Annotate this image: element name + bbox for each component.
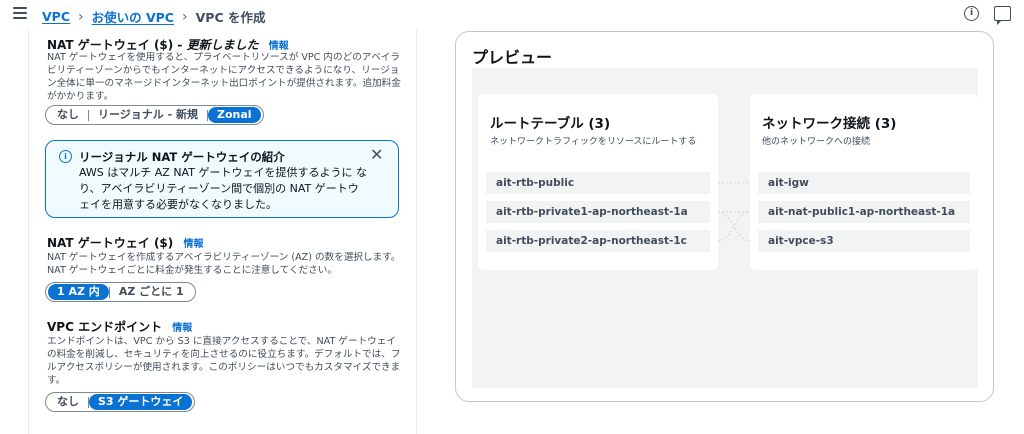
nat-az-selector: 1 AZ 内 AZ ごとに 1 [45, 282, 196, 302]
top-navigation: VPC › お使いの VPC › VPC を作成 i [0, 0, 1024, 30]
chevron-right-icon: › [78, 8, 84, 25]
preview-panel: プレビュー ルートテーブル (3) ネットワークトラフィックをリソースにルートす… [455, 31, 994, 402]
network-connection-item[interactable]: ait-igw [758, 172, 970, 194]
preview-canvas: ルートテーブル (3) ネットワークトラフィックをリソースにルートする ait-… [472, 68, 978, 388]
network-connection-item[interactable]: ait-vpce-s3 [758, 230, 970, 252]
nat-az-title: NAT ゲートウェイ ($) 情報 [47, 236, 204, 250]
breadcrumb: VPC › お使いの VPC › VPC を作成 [42, 7, 265, 26]
breadcrumb-your-vpcs[interactable]: お使いの VPC [92, 7, 174, 26]
network-connections-card: ネットワーク接続 (3) 他のネットワークへの接続 ait-igw ait-na… [750, 94, 978, 270]
chevron-right-icon: › [182, 8, 188, 25]
endpoint-none[interactable]: なし [48, 394, 88, 410]
nat-az-info-link[interactable]: 情報 [183, 239, 203, 250]
network-connection-item[interactable]: ait-nat-public1-ap-northeast-1a [758, 201, 970, 223]
nat-az-description: NAT ゲートウェイを作成するアベイラビリティーゾーン (AZ) の数を選択しま… [47, 252, 401, 276]
breadcrumb-vpc[interactable]: VPC [42, 9, 70, 24]
regional-nat-alert: i リージョナル NAT ゲートウェイの紹介 AWS はマルチ AZ NAT ゲ… [45, 140, 399, 218]
settings-panel: NAT ゲートウェイ ($) - 更新しました 情報 NAT ゲートウェイを使用… [28, 30, 417, 434]
nat-type-zonal[interactable]: Zonal [208, 107, 261, 123]
network-connections-title: ネットワーク接続 (3) [762, 116, 897, 132]
info-icon[interactable]: i [964, 6, 979, 21]
info-icon: i [59, 150, 72, 163]
close-icon[interactable]: ✕ [370, 145, 383, 164]
updated-label: - 更新しました [173, 38, 259, 52]
breadcrumb-current: VPC を作成 [195, 10, 266, 25]
feedback-icon[interactable] [994, 6, 1011, 25]
vpc-endpoint-selector: なし S3 ゲートウェイ [45, 392, 196, 412]
network-connections-description: 他のネットワークへの接続 [762, 137, 871, 147]
menu-icon[interactable] [13, 7, 27, 21]
nat-gateway-description: NAT ゲートウェイを使用すると、プライベートリソースが VPC 内のどのアベイ… [47, 52, 401, 102]
preview-title: プレビュー [472, 48, 553, 67]
vpc-endpoint-info-link[interactable]: 情報 [172, 323, 192, 334]
nat-type-regional[interactable]: リージョナル - 新規 [89, 107, 207, 123]
nat-gateway-type-selector: なし リージョナル - 新規 Zonal [45, 105, 264, 125]
nat-az-one[interactable]: 1 AZ 内 [48, 284, 109, 300]
nat-az-each[interactable]: AZ ごとに 1 [110, 284, 193, 300]
vpc-endpoint-description: エンドポイントは、VPC から S3 に直接アクセスすることで、NAT ゲートウ… [47, 336, 401, 386]
alert-body: AWS はマルチ AZ NAT ゲートウェイを提供するように なり、アベイラビリ… [79, 166, 367, 211]
endpoint-s3-gateway[interactable]: S3 ゲートウェイ [89, 394, 193, 410]
alert-title: リージョナル NAT ゲートウェイの紹介 [79, 150, 285, 164]
nat-type-none[interactable]: なし [48, 107, 88, 123]
vpc-endpoint-title: VPC エンドポイント 情報 [47, 320, 193, 334]
